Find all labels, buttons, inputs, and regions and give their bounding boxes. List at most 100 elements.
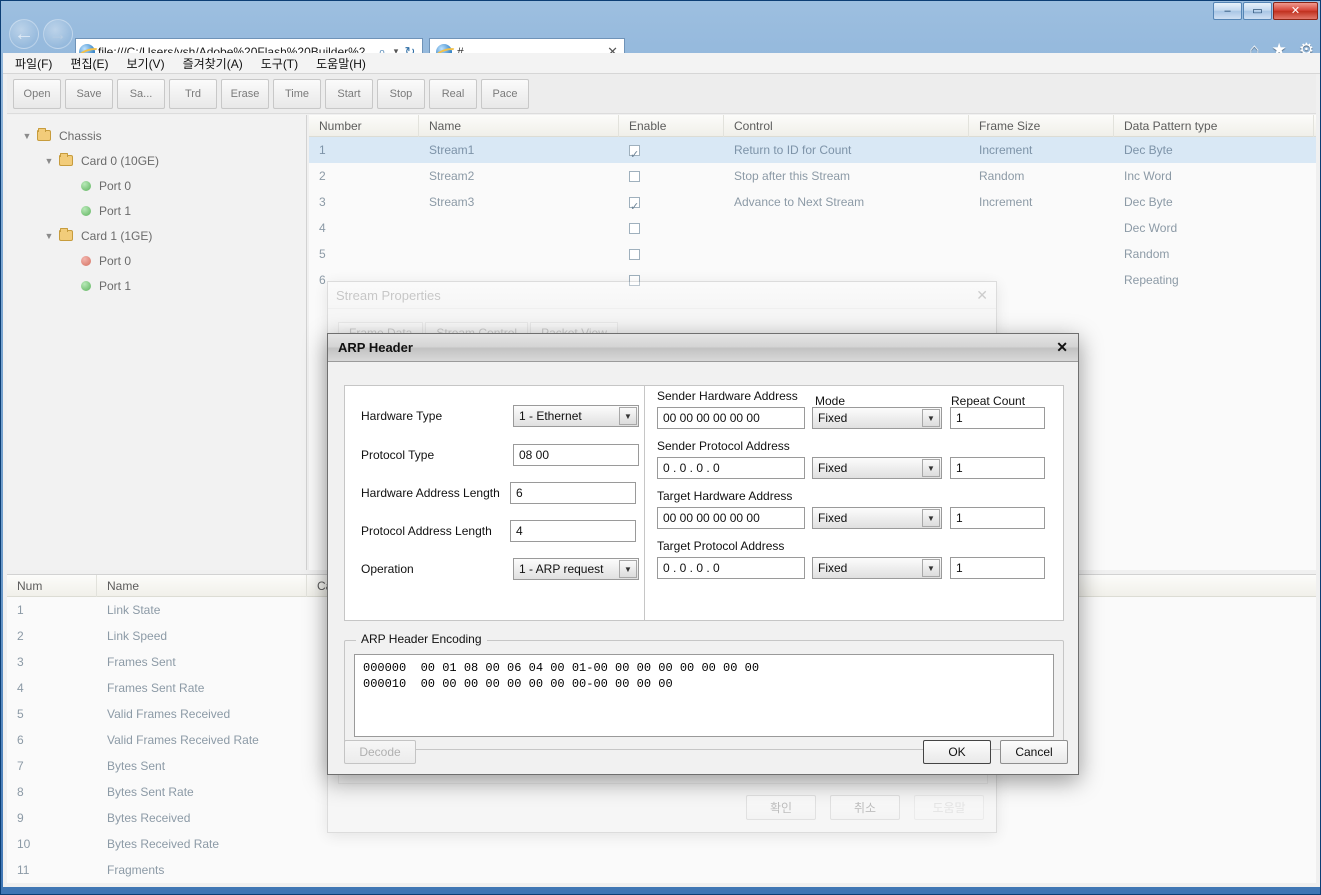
enable-checkbox[interactable] [629,223,640,235]
toolbar-button-8[interactable]: Real [429,78,477,109]
arp-encoding-hexdump[interactable]: 000000 00 01 08 00 06 04 00 01-00 00 00 … [354,654,1054,737]
ok-button[interactable]: OK [923,740,991,764]
arp-mode-select-2[interactable]: Fixed ▼ [812,507,942,529]
enable-checkbox[interactable] [629,194,640,220]
arp-left-label-1: Protocol Type [361,448,435,462]
arp-repeat-count-0[interactable]: 1 [950,407,1045,429]
chevron-down-icon[interactable]: ▼ [922,459,940,477]
stream-dialog-button-2[interactable]: 도움말 [914,795,984,820]
menu-item-1[interactable]: 편집(E) [70,55,108,72]
back-icon[interactable]: ← [9,19,39,49]
cell-num: 12 [7,883,97,887]
tree-node-4[interactable]: ▼ Card 1 (1GE) [7,223,306,248]
stream-table-row[interactable]: 2 Stream2 Stop after this Stream Random Inc … [309,163,1316,189]
menu-item-5[interactable]: 도움말(H) [316,55,366,72]
enable-checkbox[interactable] [629,142,640,168]
toolbar-button-4[interactable]: Erase [221,78,269,109]
stream-dialog-button-0[interactable]: 확인 [746,795,816,820]
cancel-button[interactable]: Cancel [1000,740,1068,764]
col-num: Num [7,574,97,597]
cell-num: 10 [17,837,31,851]
cell-num: 6 [17,733,24,747]
arp-left-select-0[interactable]: 1 - Ethernet ▼ [513,405,639,427]
cell-num: 7 [17,759,24,773]
arp-right-value-3[interactable]: 0 . 0 . 0 . 0 [657,557,805,579]
cell-enable[interactable] [619,241,724,267]
enable-checkbox[interactable] [629,249,640,261]
folder-icon [59,153,73,166]
stream-table-row[interactable]: 4 Dec Word [309,215,1316,241]
statistics-table-row[interactable]: 11 Fragments [7,857,1316,883]
col-data-pattern: Data Pattern type [1114,114,1314,137]
toolbar-button-7[interactable]: Stop [377,78,425,109]
twisty-icon[interactable]: ▼ [43,156,55,166]
arp-header-dialog: ARP Header ✕ Hardware Type 1 - Ethernet ▼ P… [327,333,1079,775]
toolbar-button-3[interactable]: Trd [169,78,217,109]
arp-mode-value-3: Fixed [818,561,848,575]
toolbar-button-9[interactable]: Pace [481,78,529,109]
arp-mode-select-0[interactable]: Fixed ▼ [812,407,942,429]
twisty-icon[interactable]: ▼ [21,131,33,141]
cell-enable[interactable] [619,137,724,168]
arp-address-fields-group: Mode Repeat Count Sender Hardware Address 0… [644,385,1064,621]
toolbar-button-6[interactable]: Start [325,78,373,109]
chevron-down-icon[interactable]: ▼ [922,559,940,577]
stream-table-row[interactable]: 3 Stream3 Advance to Next Stream Increment D… [309,189,1316,220]
arp-left-select-4[interactable]: 1 - ARP request ▼ [513,558,639,580]
arp-mode-select-3[interactable]: Fixed ▼ [812,557,942,579]
forward-icon[interactable]: → [43,19,73,49]
tree-node-6[interactable]: Port 1 [7,273,306,298]
enable-checkbox[interactable] [629,171,640,183]
cell-stat-name: Bytes Received [107,811,191,825]
statistics-table-row[interactable]: 12Undersize [7,883,1316,887]
arp-mode-select-1[interactable]: Fixed ▼ [812,457,942,479]
arp-right-value-1[interactable]: 0 . 0 . 0 . 0 [657,457,805,479]
arp-right-value-2[interactable]: 00 00 00 00 00 00 [657,507,805,529]
cell-num: 1 [17,603,24,617]
stream-dialog-close-icon[interactable]: ✕ [976,287,988,304]
cell-enable[interactable] [619,189,724,220]
cell-stat-name: Undersize [97,883,307,887]
menu-item-4[interactable]: 도구(T) [261,55,298,72]
arp-right-value-0[interactable]: 00 00 00 00 00 00 [657,407,805,429]
toolbar-button-2[interactable]: Sa... [117,78,165,109]
statistics-table-row[interactable]: 10 Bytes Received Rate [7,831,1316,857]
arp-left-input-1[interactable]: 08 00 [513,444,639,466]
stream-table-row[interactable]: 5 Random [309,241,1316,267]
decode-button[interactable]: Decode [344,740,416,764]
cell-control: Advance to Next Stream [734,195,865,209]
chevron-down-icon[interactable]: ▼ [619,407,637,425]
arp-mode-value-2: Fixed [818,511,848,525]
tree-node-3[interactable]: Port 1 [7,198,306,223]
arp-left-input-2[interactable]: 6 [510,482,636,504]
arp-right-label-3: Target Protocol Address [657,539,785,553]
cell-name [419,241,619,267]
menu-item-0[interactable]: 파일(F) [15,55,52,72]
menu-item-2[interactable]: 보기(V) [126,55,164,72]
chevron-down-icon[interactable]: ▼ [922,409,940,427]
tree-node-5[interactable]: Port 0 [7,248,306,273]
arp-repeat-count-3[interactable]: 1 [950,557,1045,579]
cell-num: 2 [17,629,24,643]
twisty-icon[interactable]: ▼ [43,231,55,241]
arp-repeat-count-2[interactable]: 1 [950,507,1045,529]
menu-item-3[interactable]: 즐겨찾기(A) [183,55,243,72]
chevron-down-icon[interactable]: ▼ [922,509,940,527]
arp-repeat-count-1[interactable]: 1 [950,457,1045,479]
toolbar-button-5[interactable]: Time [273,78,321,109]
tree-node-2[interactable]: Port 0 [7,173,306,198]
cell-stat-name: Bytes Sent [107,759,166,773]
arp-left-input-3[interactable]: 4 [510,520,636,542]
tree-node-1[interactable]: ▼ Card 0 (10GE) [7,148,306,173]
chevron-down-icon[interactable]: ▼ [619,560,637,578]
arp-dialog-close-icon[interactable]: ✕ [1056,339,1068,356]
cell-num: 11 [17,863,30,877]
toolbar-button-1[interactable]: Save [65,78,113,109]
toolbar-button-0[interactable]: Open [13,78,61,109]
tree-node-0[interactable]: ▼ Chassis [7,123,306,148]
stream-dialog-button-1[interactable]: 취소 [830,795,900,820]
port-red-icon [81,255,91,266]
stream-table-row[interactable]: 1 Stream1 Return to ID for Count Increment D… [309,137,1316,168]
col-frame-size: Frame Size [969,114,1114,137]
arp-mode-value-1: Fixed [818,461,848,475]
